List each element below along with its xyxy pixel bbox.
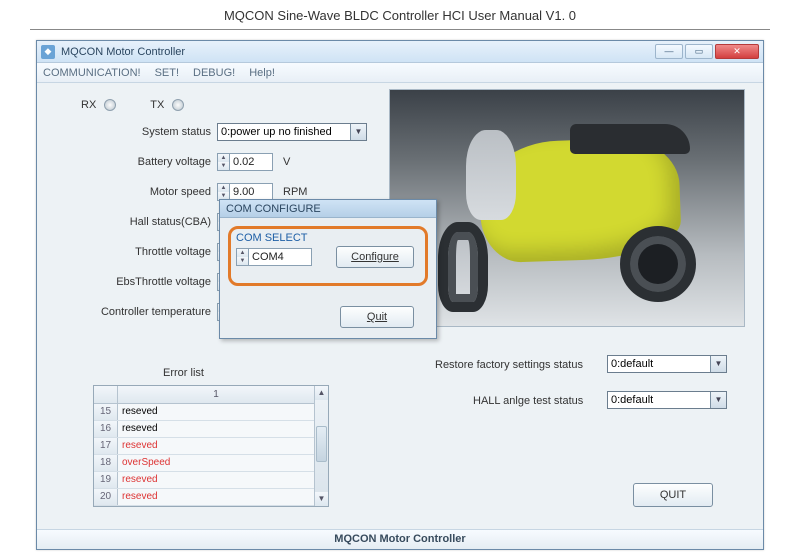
controller-temp-label: Controller temperature <box>67 306 217 318</box>
table-row[interactable]: 16reseved <box>94 421 314 438</box>
table-row[interactable]: 20reseved <box>94 489 314 506</box>
close-button[interactable]: ✕ <box>715 44 759 59</box>
error-list-box: 1 15reseved16reseved17reseved18overSpeed… <box>93 385 329 507</box>
hall-angle-label: HALL anlge test status <box>473 395 583 407</box>
row-number: 19 <box>94 472 118 488</box>
rx-label: RX <box>81 99 96 111</box>
row-number: 15 <box>94 404 118 420</box>
system-status-label: System status <box>67 126 217 138</box>
battery-voltage-label: Battery voltage <box>67 156 217 168</box>
error-list-col-header: 1 <box>118 386 314 403</box>
client-area: RX TX System status 0:power up no finish… <box>37 83 763 529</box>
error-list-scrollbar[interactable]: ▲ ▼ <box>314 386 328 506</box>
hall-status-label: Hall status(CBA) <box>67 216 217 228</box>
product-image <box>389 89 745 327</box>
tx-label: TX <box>150 99 164 111</box>
row-number: 16 <box>94 421 118 437</box>
scroll-down-icon[interactable]: ▼ <box>315 492 328 506</box>
system-status-dropdown[interactable]: 0:power up no finished ▼ <box>217 123 367 141</box>
row-text: overSpeed <box>118 455 314 471</box>
app-window: ◆ MQCON Motor Controller — ▭ ✕ COMMUNICA… <box>36 40 764 550</box>
row-text: reseved <box>118 489 314 505</box>
titlebar: ◆ MQCON Motor Controller — ▭ ✕ <box>37 41 763 63</box>
scroll-thumb[interactable] <box>316 426 327 462</box>
app-icon: ◆ <box>41 45 55 59</box>
hall-angle-value: 0:default <box>611 394 653 406</box>
motor-speed-unit: RPM <box>283 186 307 198</box>
configure-button[interactable]: Configure <box>336 246 414 268</box>
battery-voltage-input[interactable]: ▲▼0.02 <box>217 153 273 171</box>
menubar: COMMUNICATION! SET! DEBUG! Help! <box>37 63 763 83</box>
row-text: reseved <box>118 421 314 437</box>
com-select-input[interactable]: ▲▼COM4 <box>236 248 312 266</box>
chevron-down-icon: ▼ <box>710 392 726 408</box>
menu-communication[interactable]: COMMUNICATION! <box>43 67 141 79</box>
divider <box>30 29 770 30</box>
com-select-label: COM SELECT <box>236 232 308 244</box>
motor-speed-label: Motor speed <box>67 186 217 198</box>
row-number: 18 <box>94 455 118 471</box>
table-row[interactable]: 19reseved <box>94 472 314 489</box>
error-list-table: 1 15reseved16reseved17reseved18overSpeed… <box>94 386 314 506</box>
dialog-title: COM CONFIGURE <box>220 200 436 218</box>
throttle-voltage-label: Throttle voltage <box>67 246 217 258</box>
dialog-quit-button[interactable]: Quit <box>340 306 414 328</box>
menu-set[interactable]: SET! <box>155 67 179 79</box>
row-text: reseved <box>118 404 314 420</box>
row-text: reseved <box>118 438 314 454</box>
doc-title: MQCON Sine-Wave BLDC Controller HCI User… <box>0 0 800 29</box>
battery-voltage-unit: V <box>283 156 290 168</box>
row-number: 17 <box>94 438 118 454</box>
window-buttons: — ▭ ✕ <box>655 44 759 59</box>
com-configure-dialog: COM CONFIGURE COM SELECT ▲▼COM4 Configur… <box>219 199 437 339</box>
system-status-row: System status 0:power up no finished ▼ <box>67 123 367 141</box>
hall-angle-dropdown[interactable]: 0:default ▼ <box>607 391 727 409</box>
minimize-button[interactable]: — <box>655 44 683 59</box>
system-status-value: 0:power up no finished <box>221 126 332 138</box>
tx-led-icon <box>172 99 184 111</box>
quit-button[interactable]: QUIT <box>633 483 713 507</box>
error-list-header: 1 <box>94 386 314 404</box>
statusbar: MQCON Motor Controller <box>37 529 763 549</box>
rxtx-indicators: RX TX <box>81 99 184 111</box>
error-list-label: Error list <box>163 367 204 379</box>
scroll-up-icon[interactable]: ▲ <box>315 386 328 400</box>
row-text: reseved <box>118 472 314 488</box>
table-row[interactable]: 17reseved <box>94 438 314 455</box>
maximize-button[interactable]: ▭ <box>685 44 713 59</box>
menu-debug[interactable]: DEBUG! <box>193 67 235 79</box>
window-title: MQCON Motor Controller <box>61 46 655 58</box>
table-row[interactable]: 15reseved <box>94 404 314 421</box>
menu-help[interactable]: Help! <box>249 67 275 79</box>
ebs-throttle-voltage-label: EbsThrottle voltage <box>67 276 217 288</box>
chevron-down-icon: ▼ <box>350 124 366 140</box>
restore-factory-label: Restore factory settings status <box>435 359 583 371</box>
rx-led-icon <box>104 99 116 111</box>
table-row[interactable]: 18overSpeed <box>94 455 314 472</box>
restore-factory-dropdown[interactable]: 0:default ▼ <box>607 355 727 373</box>
restore-factory-value: 0:default <box>611 358 653 370</box>
chevron-down-icon: ▼ <box>710 356 726 372</box>
battery-voltage-row: Battery voltage ▲▼0.02 V <box>67 153 290 171</box>
row-number: 20 <box>94 489 118 505</box>
